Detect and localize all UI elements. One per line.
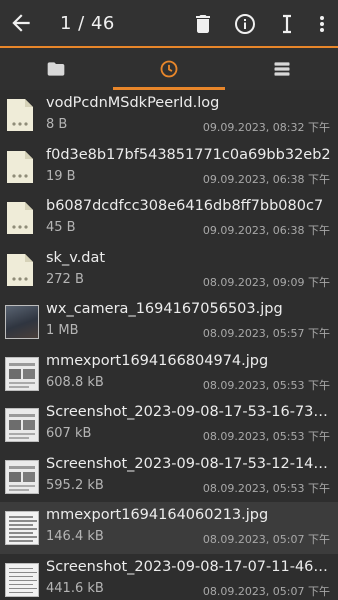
file-size: 1 MB	[46, 323, 79, 338]
text-cursor-icon[interactable]	[275, 12, 299, 36]
tab-recent[interactable]	[113, 48, 225, 90]
screenshot-thumbnail	[5, 408, 39, 442]
file-name: Screenshot_2023-09-08-17-53-16-733_com.e…	[46, 404, 331, 420]
tab-list[interactable]	[226, 48, 338, 90]
file-row[interactable]: vodPcdnMSdkPeerId.log 8 B 09.09.2023, 08:3…	[0, 90, 338, 142]
screenshot-thumbnail	[5, 459, 39, 494]
file-icon	[7, 253, 33, 286]
file-name: wx_camera_1694167056503.jpg	[46, 301, 283, 317]
file-size: 19 B	[46, 168, 76, 184]
file-row[interactable]: Screenshot_2023-09-08-17-53-12-143_com.e…	[0, 451, 338, 503]
file-size: 441.6 kB	[46, 580, 104, 596]
file-row[interactable]: wx_camera_1694167056503.jpg 1 MB 08.09.202…	[0, 296, 338, 348]
file-name: mmexport1694164060213.jpg	[46, 507, 269, 523]
file-thumbnail	[3, 508, 39, 546]
file-date: 08.09.2023, 05:07 下午	[202, 533, 330, 546]
file-row[interactable]: Screenshot_2023-09-08-17-53-16-733_com.e…	[0, 399, 338, 451]
file-size: 45 B	[46, 220, 76, 235]
more-vert-icon[interactable]	[312, 12, 332, 36]
file-row[interactable]: Screenshot_2023-09-08-17-07-11-461_com.e…	[0, 554, 338, 600]
file-date: 08.09.2023, 05:07 下午	[202, 584, 330, 598]
document-thumbnail	[5, 511, 39, 545]
tab-bar	[0, 48, 338, 90]
file-name: Screenshot_2023-09-08-17-07-11-461_com.e…	[46, 558, 331, 575]
list-icon	[274, 62, 290, 76]
file-thumbnail	[3, 302, 39, 340]
file-size: 272 B	[46, 271, 84, 287]
photo-thumbnail	[5, 305, 39, 339]
file-thumbnail	[3, 354, 39, 392]
file-date: 08.09.2023, 05:57 下午	[202, 327, 330, 340]
file-date: 08.09.2023, 09:09 下午	[202, 275, 330, 289]
file-name: Screenshot_2023-09-08-17-53-12-143_com.e…	[46, 455, 331, 472]
document-thumbnail	[5, 562, 39, 597]
file-name: sk_v.dat	[46, 249, 106, 266]
file-icon	[7, 99, 33, 131]
file-name: vodPcdnMSdkPeerId.log	[46, 95, 220, 111]
app-bar: 1 / 46	[0, 0, 338, 48]
file-size: 595.2 kB	[46, 477, 104, 493]
file-thumbnail	[3, 251, 37, 289]
file-size: 607 kB	[46, 426, 92, 441]
file-size: 608.8 kB	[46, 374, 104, 390]
file-date: 08.09.2023, 05:53 下午	[202, 481, 330, 495]
file-row[interactable]: f0d3e8b17bf543851771c0a69bb32eb2 19 B 09.0…	[0, 142, 338, 194]
file-date: 09.09.2023, 06:38 下午	[202, 224, 330, 237]
file-thumbnail	[3, 405, 39, 443]
file-date: 08.09.2023, 05:53 下午	[202, 430, 330, 443]
file-name: mmexport1694166804974.jpg	[46, 352, 269, 369]
back-arrow-icon[interactable]	[8, 10, 34, 36]
clock-icon	[160, 60, 178, 78]
file-date: 08.09.2023, 05:53 下午	[202, 378, 330, 392]
file-list: vodPcdnMSdkPeerId.log 8 B 09.09.2023, 08:3…	[0, 90, 338, 600]
file-thumbnail	[3, 96, 37, 134]
file-date: 09.09.2023, 08:32 下午	[202, 121, 330, 134]
page-counter: 1 / 46	[60, 13, 115, 34]
file-size: 8 B	[46, 117, 68, 132]
tab-folders[interactable]	[0, 48, 112, 90]
folder-icon	[47, 62, 65, 76]
file-row[interactable]: b6087dcdfcc308e6416db8ff7bb080c7 45 B 09.0…	[0, 193, 338, 245]
file-row[interactable]: mmexport1694164060213.jpg 146.4 kB 08.09.2…	[0, 502, 338, 554]
file-row[interactable]: mmexport1694166804974.jpg 608.8 kB 08.09.2…	[0, 348, 338, 400]
file-name: b6087dcdfcc308e6416db8ff7bb080c7	[46, 198, 324, 214]
file-row[interactable]: sk_v.dat 272 B 08.09.2023, 09:09 下午	[0, 245, 338, 297]
file-icon	[7, 202, 33, 234]
file-thumbnail	[3, 199, 37, 237]
file-thumbnail	[3, 457, 39, 495]
trash-icon[interactable]	[191, 12, 215, 36]
file-date: 09.09.2023, 06:38 下午	[202, 172, 330, 186]
file-name: f0d3e8b17bf543851771c0a69bb32eb2	[46, 146, 331, 163]
file-thumbnail	[3, 560, 39, 598]
file-thumbnail	[3, 148, 37, 186]
file-icon	[7, 150, 33, 183]
screenshot-thumbnail	[5, 356, 39, 391]
file-size: 146.4 kB	[46, 529, 104, 544]
info-icon[interactable]	[233, 12, 257, 36]
